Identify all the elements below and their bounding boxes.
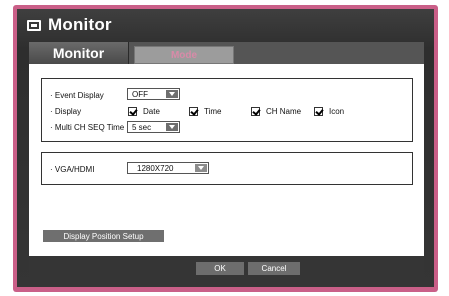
icon-checkbox[interactable] <box>314 107 323 116</box>
title-bar: Monitor <box>17 9 434 41</box>
cancel-button[interactable]: Cancel <box>248 262 300 275</box>
window-frame: Monitor Monitor Mode · Event Display OFF… <box>13 5 438 292</box>
event-display-value: OFF <box>132 89 148 99</box>
settings-panel: · Event Display OFF · Display Date Time … <box>29 64 424 256</box>
tab-mode[interactable]: Mode <box>134 46 234 64</box>
display-label: · Display <box>50 107 82 116</box>
monitor-window: Monitor Monitor Mode · Event Display OFF… <box>17 9 434 287</box>
display-settings-group: · Event Display OFF · Display Date Time … <box>41 78 413 142</box>
multi-ch-seq-time-select[interactable]: 5 sec <box>127 121 180 133</box>
tab-bar: Monitor Mode <box>29 42 424 64</box>
event-display-select[interactable]: OFF <box>127 88 180 100</box>
time-checkbox-label: Time <box>204 107 222 116</box>
date-checkbox[interactable] <box>128 107 137 116</box>
time-checkbox[interactable] <box>189 107 198 116</box>
ok-button[interactable]: OK <box>196 262 244 275</box>
ch-name-checkbox-label: CH Name <box>266 107 302 116</box>
tab-monitor[interactable]: Monitor <box>29 42 129 64</box>
ch-name-checkbox[interactable] <box>251 107 260 116</box>
window-title: Monitor <box>48 15 112 34</box>
chevron-down-icon <box>195 164 207 172</box>
display-position-setup-button[interactable]: Display Position Setup <box>43 230 164 242</box>
icon-checkbox-label: Icon <box>329 107 345 116</box>
chevron-down-icon <box>166 90 178 98</box>
vga-hdmi-label: · VGA/HDMI <box>50 165 95 174</box>
vga-hdmi-group: · VGA/HDMI 1280X720 <box>41 152 413 185</box>
multi-ch-seq-time-label: · Multi CH SEQ Time <box>50 123 125 132</box>
vga-hdmi-select[interactable]: 1280X720 <box>127 162 209 174</box>
footer-bar: OK Cancel <box>29 256 424 281</box>
chevron-down-icon <box>166 123 178 131</box>
date-checkbox-label: Date <box>143 107 160 116</box>
vga-hdmi-value: 1280X720 <box>137 163 174 173</box>
monitor-icon <box>27 19 41 31</box>
multi-ch-seq-time-value: 5 sec <box>132 122 152 132</box>
event-display-label: · Event Display <box>50 91 104 100</box>
